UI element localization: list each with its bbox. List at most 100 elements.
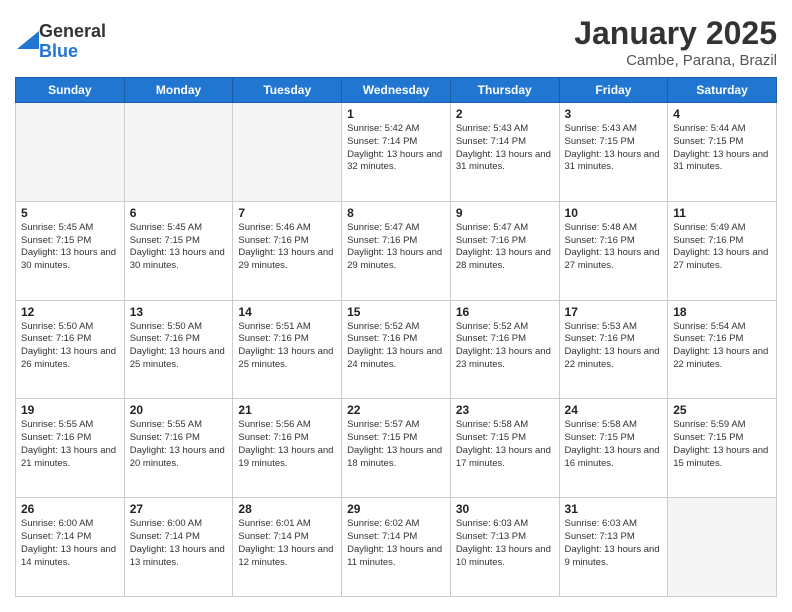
cell-info: Sunrise: 6:00 AM Sunset: 7:14 PM Dayligh… — [21, 518, 119, 569]
header-row: Sunday Monday Tuesday Wednesday Thursday… — [16, 78, 777, 103]
cell-info: Sunrise: 5:48 AM Sunset: 7:16 PM Dayligh… — [565, 222, 663, 273]
calendar-cell: 14Sunrise: 5:51 AM Sunset: 7:16 PM Dayli… — [233, 300, 342, 399]
day-number: 11 — [673, 206, 771, 220]
calendar-cell: 27 Sunrise: 6:00 AM Sunset: 7:14 PM Dayli… — [124, 498, 233, 597]
calendar-cell: 24Sunrise: 5:58 AM Sunset: 7:15 PM Dayli… — [559, 399, 668, 498]
day-number: 27 — [130, 502, 228, 516]
calendar-week-4: 26 Sunrise: 6:00 AM Sunset: 7:14 PM Dayli… — [16, 498, 777, 597]
cell-info: Sunrise: 6:02 AM Sunset: 7:14 PM Dayligh… — [347, 518, 445, 569]
cell-info: Sunrise: 6:00 AM Sunset: 7:14 PM Dayligh… — [130, 518, 228, 569]
calendar-body: 1 Sunrise: 5:42 AM Sunset: 7:14 PM Daylig… — [16, 103, 777, 597]
day-number: 22 — [347, 403, 445, 417]
calendar-cell: 31 Sunrise: 6:03 AM Sunset: 7:13 PM Dayli… — [559, 498, 668, 597]
calendar-cell: 29 Sunrise: 6:02 AM Sunset: 7:14 PM Dayli… — [342, 498, 451, 597]
calendar-cell: 15Sunrise: 5:52 AM Sunset: 7:16 PM Dayli… — [342, 300, 451, 399]
day-number: 10 — [565, 206, 663, 220]
calendar-cell: 25Sunrise: 5:59 AM Sunset: 7:15 PM Dayli… — [668, 399, 777, 498]
day-number: 31 — [565, 502, 663, 516]
cell-info: Sunrise: 5:55 AM Sunset: 7:16 PM Dayligh… — [21, 419, 119, 470]
col-friday: Friday — [559, 78, 668, 103]
day-number: 16 — [456, 305, 554, 319]
calendar-cell: 17Sunrise: 5:53 AM Sunset: 7:16 PM Dayli… — [559, 300, 668, 399]
day-number: 26 — [21, 502, 119, 516]
day-number: 18 — [673, 305, 771, 319]
cell-info: Sunrise: 5:54 AM Sunset: 7:16 PM Dayligh… — [673, 321, 771, 372]
col-monday: Monday — [124, 78, 233, 103]
day-number: 8 — [347, 206, 445, 220]
day-number: 15 — [347, 305, 445, 319]
day-number: 13 — [130, 305, 228, 319]
col-wednesday: Wednesday — [342, 78, 451, 103]
col-tuesday: Tuesday — [233, 78, 342, 103]
calendar-cell: 19 Sunrise: 5:55 AM Sunset: 7:16 PM Dayli… — [16, 399, 125, 498]
cell-info: Sunrise: 5:45 AM Sunset: 7:15 PM Dayligh… — [21, 222, 119, 273]
day-number: 12 — [21, 305, 119, 319]
day-number: 24 — [565, 403, 663, 417]
cell-info: Sunrise: 5:47 AM Sunset: 7:16 PM Dayligh… — [456, 222, 554, 273]
calendar-cell: 5 Sunrise: 5:45 AM Sunset: 7:15 PM Daylig… — [16, 201, 125, 300]
calendar-cell: 1 Sunrise: 5:42 AM Sunset: 7:14 PM Daylig… — [342, 103, 451, 202]
day-number: 23 — [456, 403, 554, 417]
logo: General Blue — [15, 22, 106, 62]
day-number: 2 — [456, 107, 554, 121]
calendar-cell: 9 Sunrise: 5:47 AM Sunset: 7:16 PM Daylig… — [450, 201, 559, 300]
cell-info: Sunrise: 5:46 AM Sunset: 7:16 PM Dayligh… — [238, 222, 336, 273]
cell-info: Sunrise: 5:56 AM Sunset: 7:16 PM Dayligh… — [238, 419, 336, 470]
logo-blue: Blue — [39, 41, 78, 61]
day-number: 30 — [456, 502, 554, 516]
day-number: 1 — [347, 107, 445, 121]
cell-info: Sunrise: 5:47 AM Sunset: 7:16 PM Dayligh… — [347, 222, 445, 273]
day-number: 4 — [673, 107, 771, 121]
cell-info: Sunrise: 5:49 AM Sunset: 7:16 PM Dayligh… — [673, 222, 771, 273]
calendar-cell: 12Sunrise: 5:50 AM Sunset: 7:16 PM Dayli… — [16, 300, 125, 399]
month-title: January 2025 — [574, 15, 777, 52]
header: General Blue January 2025 Cambe, Parana,… — [15, 15, 777, 69]
day-number: 6 — [130, 206, 228, 220]
cell-info: Sunrise: 5:50 AM Sunset: 7:16 PM Dayligh… — [130, 321, 228, 372]
calendar-cell — [233, 103, 342, 202]
cell-info: Sunrise: 5:51 AM Sunset: 7:16 PM Dayligh… — [238, 321, 336, 372]
calendar-cell: 26 Sunrise: 6:00 AM Sunset: 7:14 PM Dayli… — [16, 498, 125, 597]
calendar-week-3: 19 Sunrise: 5:55 AM Sunset: 7:16 PM Dayli… — [16, 399, 777, 498]
cell-info: Sunrise: 5:43 AM Sunset: 7:15 PM Dayligh… — [565, 123, 663, 174]
col-sunday: Sunday — [16, 78, 125, 103]
day-number: 5 — [21, 206, 119, 220]
calendar-cell: 10 Sunrise: 5:48 AM Sunset: 7:16 PM Dayli… — [559, 201, 668, 300]
calendar-week-0: 1 Sunrise: 5:42 AM Sunset: 7:14 PM Daylig… — [16, 103, 777, 202]
calendar-cell: 6 Sunrise: 5:45 AM Sunset: 7:15 PM Daylig… — [124, 201, 233, 300]
cell-info: Sunrise: 6:01 AM Sunset: 7:14 PM Dayligh… — [238, 518, 336, 569]
calendar-cell: 21Sunrise: 5:56 AM Sunset: 7:16 PM Dayli… — [233, 399, 342, 498]
cell-info: Sunrise: 5:57 AM Sunset: 7:15 PM Dayligh… — [347, 419, 445, 470]
calendar-cell: 16Sunrise: 5:52 AM Sunset: 7:16 PM Dayli… — [450, 300, 559, 399]
cell-info: Sunrise: 5:45 AM Sunset: 7:15 PM Dayligh… — [130, 222, 228, 273]
calendar-cell: 18 Sunrise: 5:54 AM Sunset: 7:16 PM Dayli… — [668, 300, 777, 399]
cell-info: Sunrise: 6:03 AM Sunset: 7:13 PM Dayligh… — [565, 518, 663, 569]
calendar-cell: 20Sunrise: 5:55 AM Sunset: 7:16 PM Dayli… — [124, 399, 233, 498]
cell-info: Sunrise: 5:53 AM Sunset: 7:16 PM Dayligh… — [565, 321, 663, 372]
calendar-week-2: 12 Sunrise: 5:50 AM Sunset: 7:16 PM Dayli… — [16, 300, 777, 399]
calendar-cell — [668, 498, 777, 597]
col-saturday: Saturday — [668, 78, 777, 103]
calendar-header: Sunday Monday Tuesday Wednesday Thursday… — [16, 78, 777, 103]
day-number: 7 — [238, 206, 336, 220]
calendar-cell: 30Sunrise: 6:03 AM Sunset: 7:13 PM Dayli… — [450, 498, 559, 597]
title-block: January 2025 Cambe, Parana, Brazil — [574, 15, 777, 69]
day-number: 20 — [130, 403, 228, 417]
location: Cambe, Parana, Brazil — [574, 52, 777, 69]
calendar-page: General Blue January 2025 Cambe, Parana,… — [0, 0, 792, 612]
calendar-cell: 22 Sunrise: 5:57 AM Sunset: 7:15 PM Dayli… — [342, 399, 451, 498]
calendar-week-1: 5 Sunrise: 5:45 AM Sunset: 7:15 PM Daylig… — [16, 201, 777, 300]
logo-icon — [17, 31, 39, 49]
calendar-cell: 8 Sunrise: 5:47 AM Sunset: 7:16 PM Daylig… — [342, 201, 451, 300]
calendar-cell: 4Sunrise: 5:44 AM Sunset: 7:15 PM Daylig… — [668, 103, 777, 202]
calendar-cell: 28Sunrise: 6:01 AM Sunset: 7:14 PM Dayli… — [233, 498, 342, 597]
calendar-cell: 2 Sunrise: 5:43 AM Sunset: 7:14 PM Daylig… — [450, 103, 559, 202]
day-number: 25 — [673, 403, 771, 417]
day-number: 29 — [347, 502, 445, 516]
calendar-cell: 13 Sunrise: 5:50 AM Sunset: 7:16 PM Dayli… — [124, 300, 233, 399]
day-number: 9 — [456, 206, 554, 220]
cell-info: Sunrise: 5:43 AM Sunset: 7:14 PM Dayligh… — [456, 123, 554, 174]
cell-info: Sunrise: 5:42 AM Sunset: 7:14 PM Dayligh… — [347, 123, 445, 174]
day-number: 19 — [21, 403, 119, 417]
day-number: 3 — [565, 107, 663, 121]
